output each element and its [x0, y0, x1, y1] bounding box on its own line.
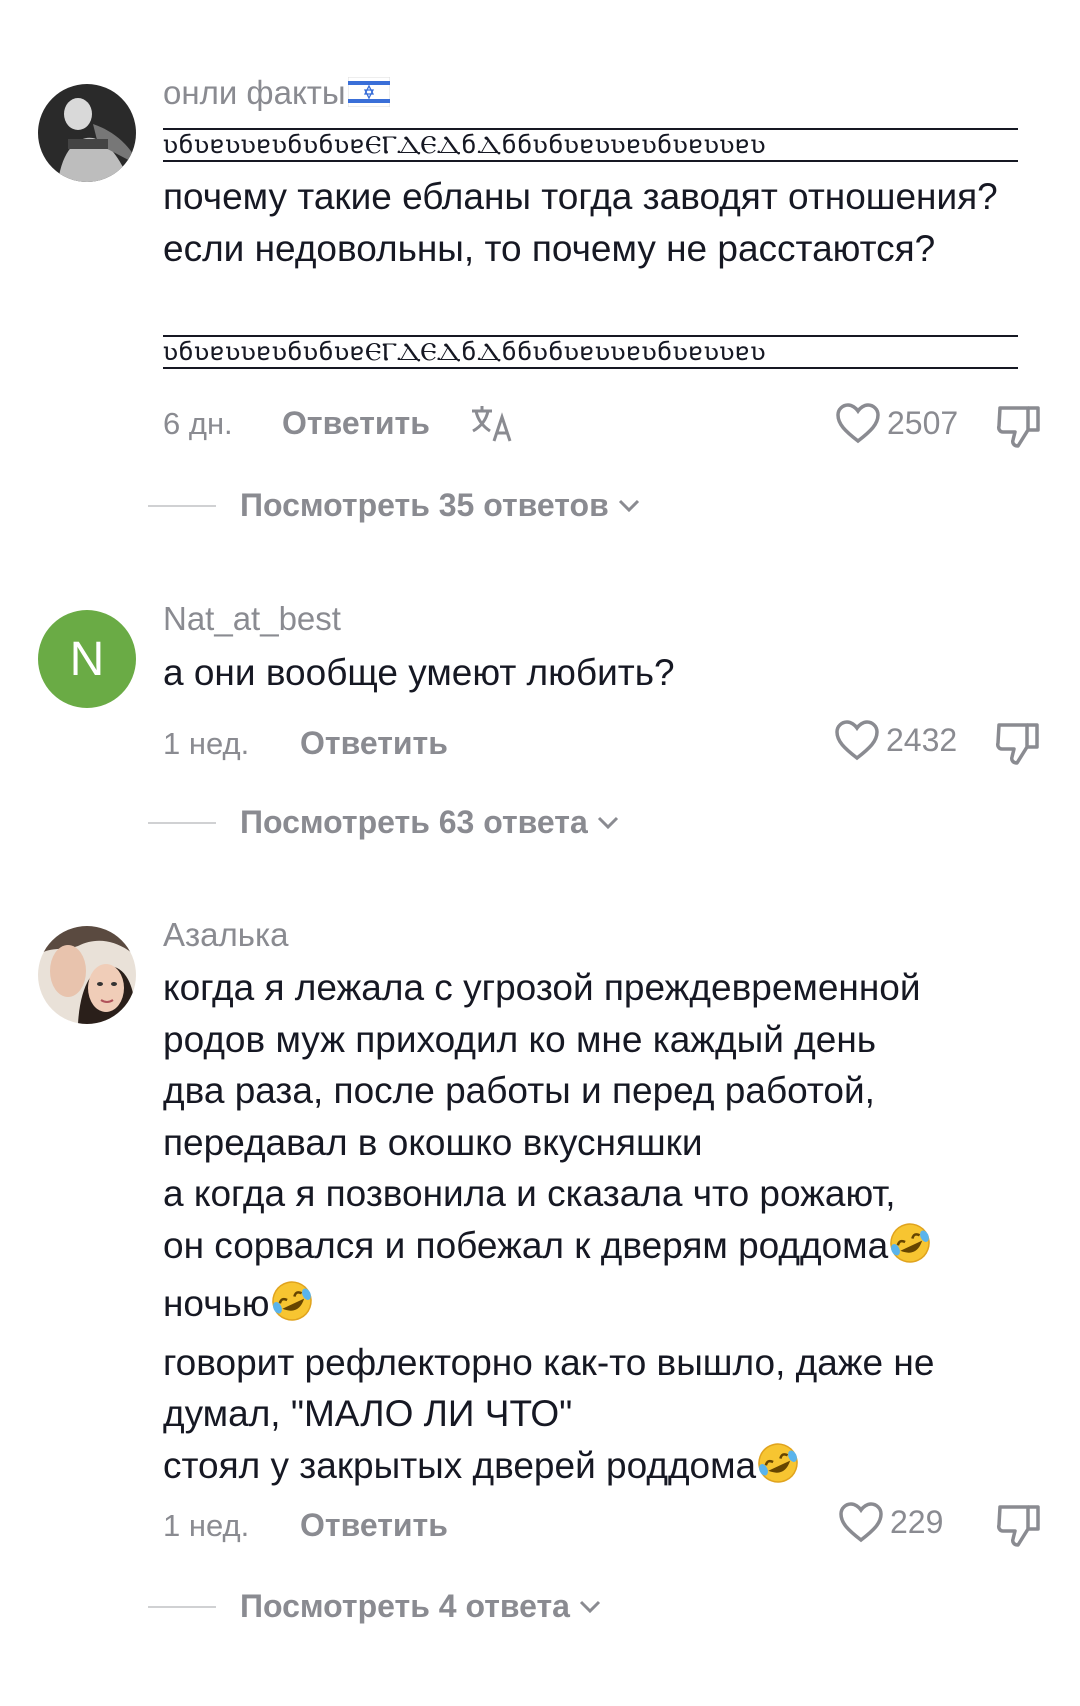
view-replies-label: Посмотреть 63 ответа	[240, 804, 588, 840]
translate-icon[interactable]	[470, 403, 514, 443]
view-replies-button[interactable]: Посмотреть 63 ответа	[148, 804, 620, 841]
username[interactable]: Азалька	[163, 916, 288, 954]
avatar[interactable]	[38, 926, 136, 1024]
chevron-down-icon	[579, 1600, 601, 1613]
view-replies-button[interactable]: Посмотреть 4 ответа	[148, 1588, 602, 1625]
comment-text: а они вообще умеют любить?	[163, 652, 675, 693]
view-replies-label: Посмотреть 35 ответов	[240, 487, 609, 523]
heart-outline-icon	[836, 403, 880, 444]
avatar[interactable]: N	[38, 610, 136, 708]
comment-text: почему такие ебланы тогда заводят отноше…	[163, 176, 998, 269]
like-count: 2432	[886, 721, 958, 758]
comment-time: 1 нед.	[163, 726, 250, 761]
reply-button[interactable]: Ответить	[282, 405, 430, 442]
divider-line	[148, 1605, 216, 1608]
rolling-on-floor-laughing-emoji	[888, 1221, 932, 1279]
decorative-text-line: ʋбʋɐʋʋɐʋбʋбʋɐⲈⲄⲆⲈⲆбⲆббʋбʋɐʋʋɐʋбʋɐʋʋɐʋ	[163, 128, 1018, 162]
thumbs-down-icon[interactable]	[994, 1499, 1044, 1549]
israel-flag-icon	[347, 76, 391, 115]
thumbs-down-icon[interactable]	[994, 400, 1044, 450]
rolling-on-floor-laughing-emoji	[270, 1279, 314, 1337]
comment-text: когда я лежала с угрозой преждевременной…	[163, 962, 1043, 1498]
like-button[interactable]: 2507	[835, 402, 958, 444]
heart-outline-icon	[839, 1502, 883, 1543]
comment-time: 6 дн.	[163, 406, 233, 441]
view-replies-button[interactable]: Посмотреть 35 ответов	[148, 487, 641, 524]
chevron-down-icon	[597, 816, 618, 829]
divider-line	[148, 821, 216, 824]
divider-line	[148, 504, 216, 507]
view-replies-label: Посмотреть 4 ответа	[240, 1588, 570, 1624]
chevron-down-icon	[618, 499, 639, 512]
heart-outline-icon	[835, 720, 879, 761]
like-count: 2507	[887, 404, 959, 441]
thumbs-down-icon[interactable]	[993, 717, 1043, 767]
avatar[interactable]	[38, 84, 136, 182]
rolling-on-floor-laughing-emoji	[756, 1441, 800, 1499]
reply-button[interactable]: Ответить	[300, 1507, 448, 1544]
like-button[interactable]: 2432	[834, 719, 957, 761]
comment-time: 1 нед.	[163, 1508, 250, 1543]
username[interactable]: Nat_at_best	[163, 600, 341, 638]
reply-button[interactable]: Ответить	[300, 725, 448, 762]
decorative-text-line: ʋбʋɐʋʋɐʋбʋбʋɐⲈⲄⲆⲈⲆбⲆббʋбʋɐʋʋɐʋбʋɐʋʋɐʋ	[163, 335, 1018, 369]
like-count: 229	[890, 1503, 944, 1540]
username[interactable]: онли факты	[163, 74, 391, 115]
like-button[interactable]: 229	[838, 1501, 943, 1543]
